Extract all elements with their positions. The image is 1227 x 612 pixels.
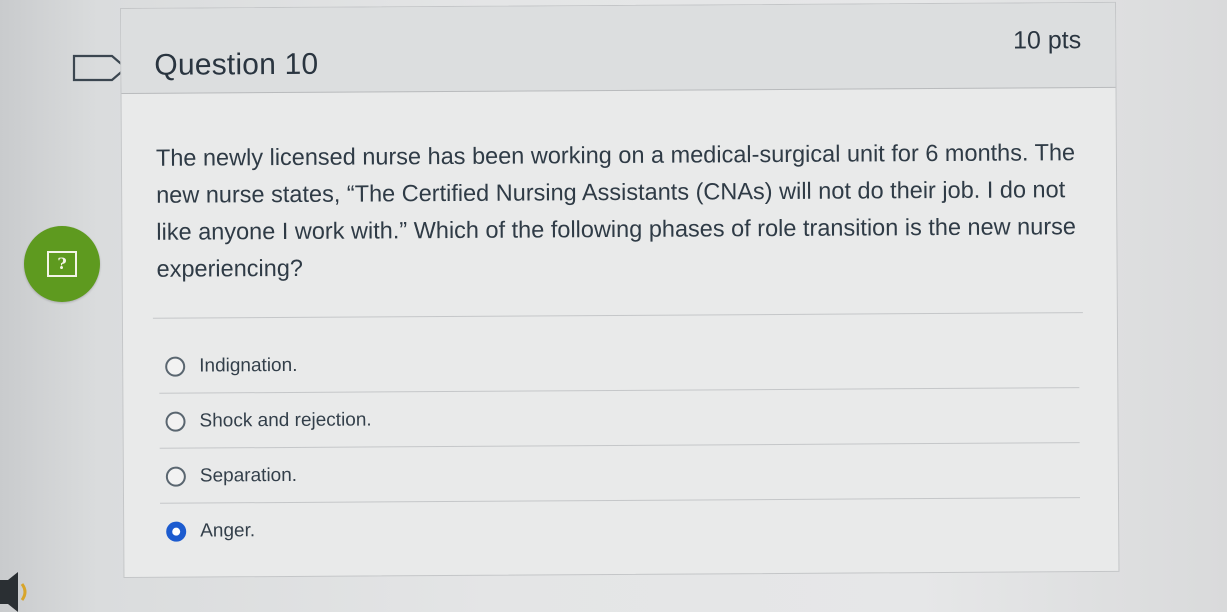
answer-option-anger[interactable]: Anger.: [160, 498, 1080, 559]
radio-button-selected[interactable]: [166, 521, 187, 542]
answer-list: Indignation. Shock and rejection. Separa…: [159, 333, 1080, 559]
question-divider: [152, 312, 1083, 319]
speaker-icon[interactable]: [0, 572, 40, 612]
question-title: Question 10: [154, 47, 319, 82]
radio-button[interactable]: [165, 356, 186, 377]
answer-option-separation[interactable]: Separation.: [160, 443, 1080, 504]
radio-button[interactable]: [165, 466, 186, 487]
question-text: The newly licensed nurse has been workin…: [155, 139, 1077, 282]
answer-label: Indignation.: [199, 354, 298, 377]
help-icon: ?: [47, 251, 77, 277]
answer-label: Shock and rejection.: [199, 408, 372, 432]
question-points: 10 pts: [1013, 26, 1082, 55]
question-header: Question 10 10 pts: [121, 2, 1116, 94]
answer-option-indignation[interactable]: Indignation.: [159, 333, 1079, 394]
help-button[interactable]: ?: [24, 226, 100, 302]
question-card: Question 10 10 pts The newly licensed nu…: [120, 1, 1120, 578]
answer-option-shock-and-rejection[interactable]: Shock and rejection.: [159, 388, 1079, 449]
answer-label: Anger.: [200, 519, 256, 542]
answer-label: Separation.: [199, 464, 298, 487]
radio-button[interactable]: [165, 411, 186, 432]
